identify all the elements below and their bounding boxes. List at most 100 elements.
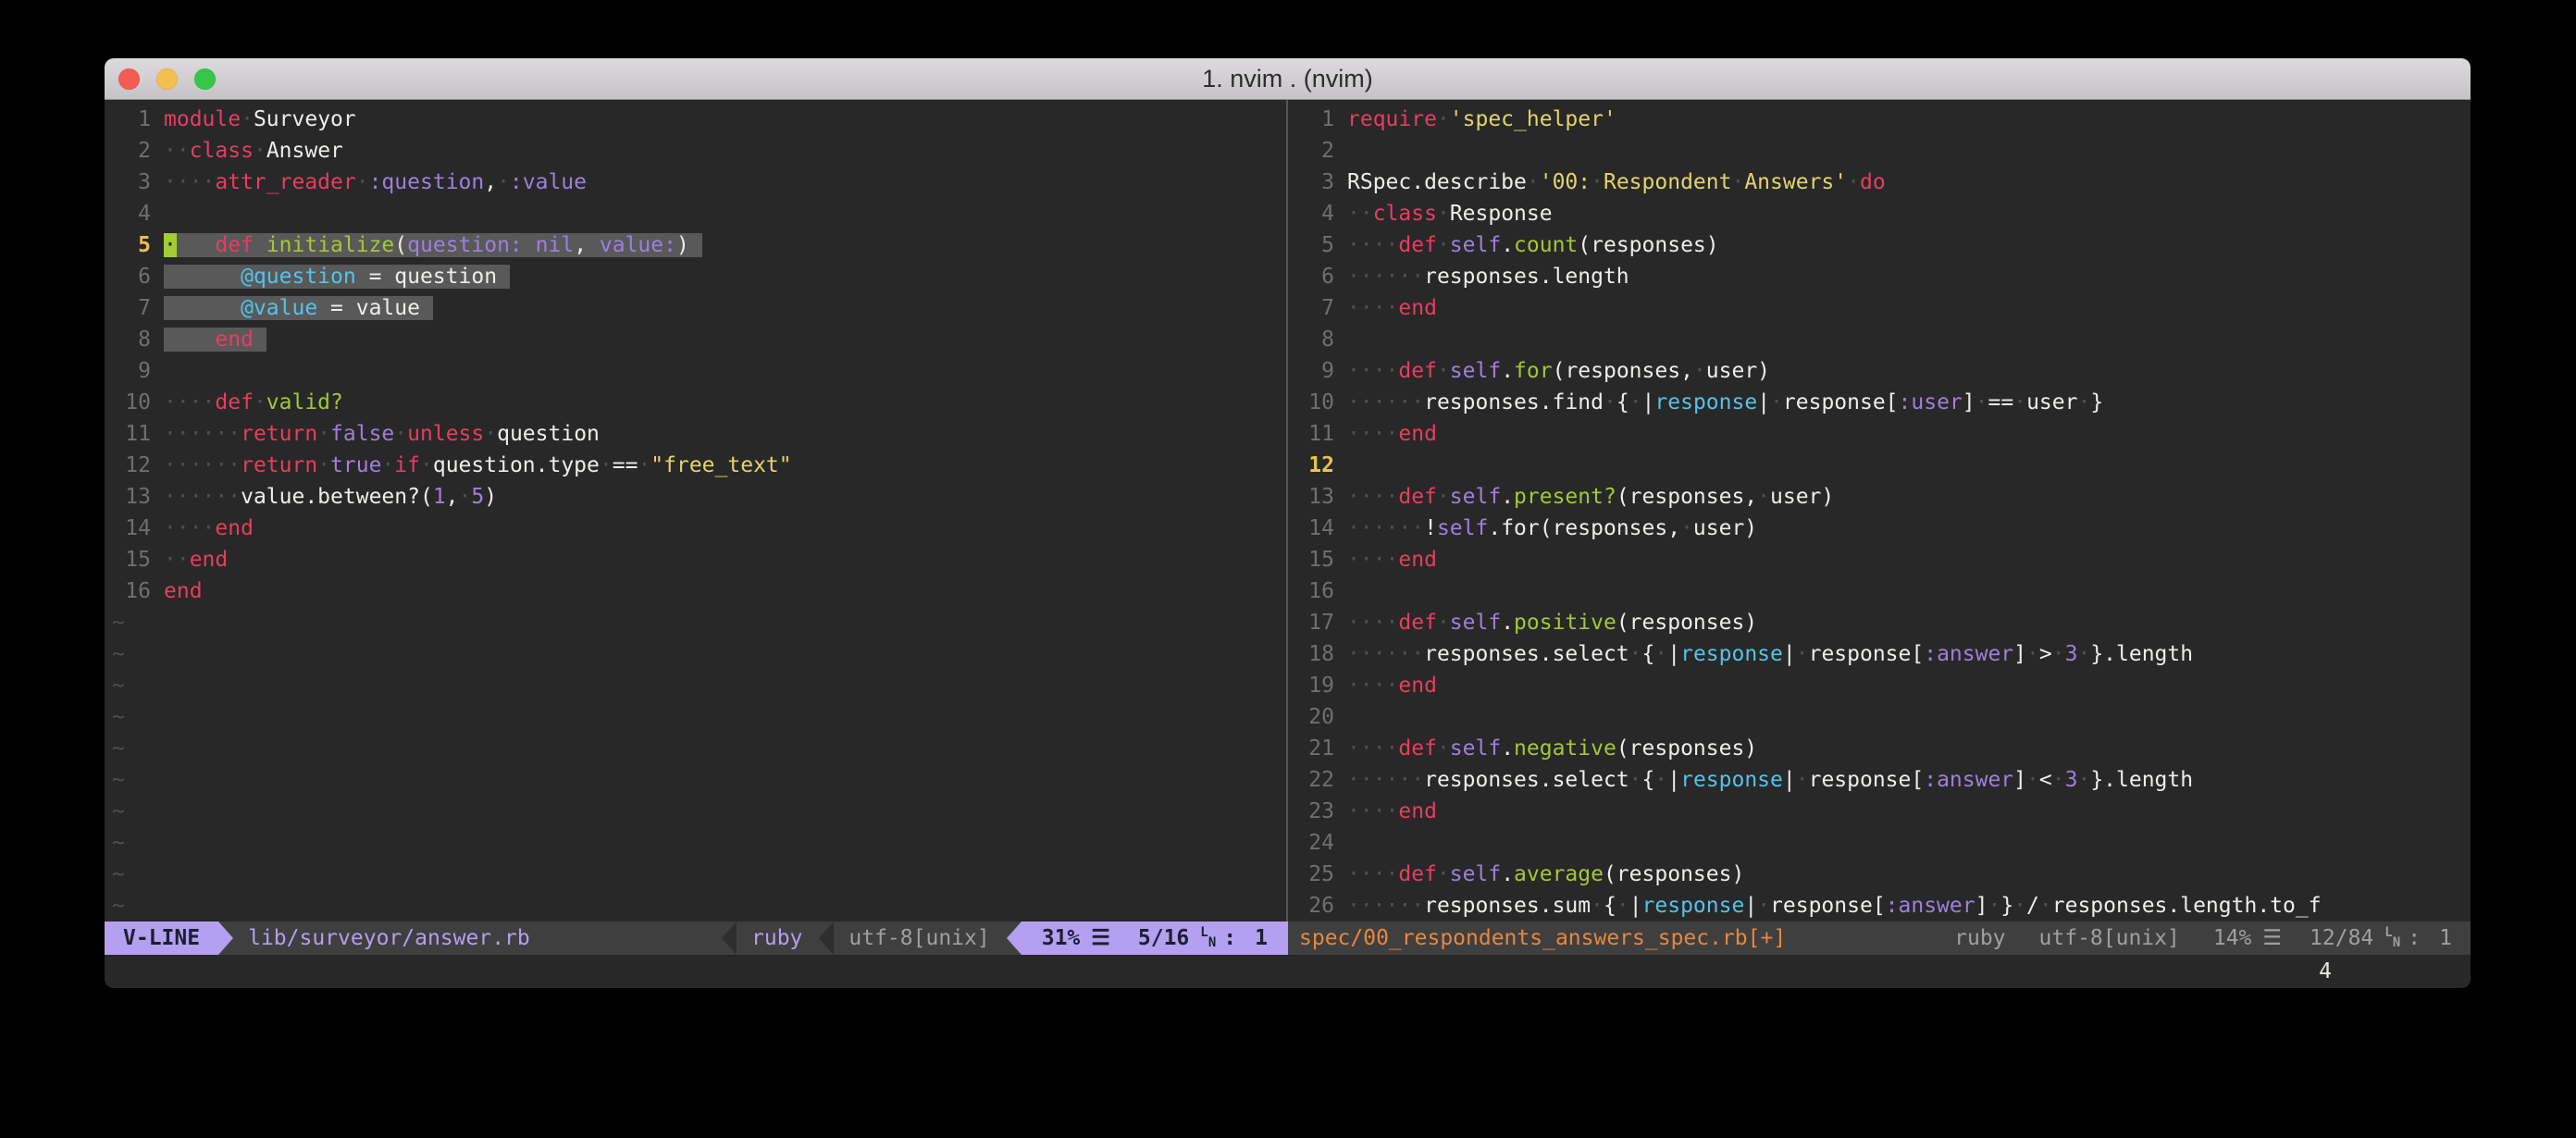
- line-number: 7: [1295, 292, 1347, 324]
- buffer-line[interactable]: 9: [112, 355, 1286, 387]
- buffer-line[interactable]: 25····def·self.average(responses): [1295, 859, 2471, 890]
- buffer-line[interactable]: 22······responses.select·{·|response|·re…: [1295, 764, 2471, 796]
- line-number: 7: [112, 292, 164, 324]
- buffer-line[interactable]: 2··class·Answer: [112, 135, 1286, 167]
- buffer-line[interactable]: 2: [1295, 135, 2471, 167]
- buffer-line[interactable]: 6······responses.length: [1295, 261, 2471, 292]
- buffer-line[interactable]: 15····end: [1295, 544, 2471, 575]
- lines-icon: ☰: [2262, 926, 2282, 950]
- buffer-line[interactable]: 5····def·self.count(responses): [1295, 229, 2471, 261]
- buffer-line[interactable]: 24: [1295, 827, 2471, 859]
- buffer-line[interactable]: 17····def·self.positive(responses): [1295, 607, 2471, 638]
- code-text: ··class·Response: [1347, 202, 1553, 226]
- tilde-line: ~: [112, 859, 1286, 890]
- buffer-line[interactable]: 18······responses.select·{·|response|·re…: [1295, 638, 2471, 670]
- line-number: 2: [1295, 135, 1347, 167]
- buffer-line[interactable]: 16: [1295, 575, 2471, 607]
- command-line[interactable]: 4: [105, 955, 2471, 988]
- buffer-line[interactable]: 11····end: [1295, 418, 2471, 450]
- close-button[interactable]: [118, 68, 140, 90]
- colon-separator: :: [2408, 926, 2421, 950]
- line-number: 19: [1295, 670, 1347, 701]
- code-text: · def initialize(question: nil, value:): [164, 233, 702, 257]
- buffer-line[interactable]: 19····end: [1295, 670, 2471, 701]
- file-path-modified: spec/00_respondents_answers_spec.rb[+]: [1299, 926, 1786, 950]
- minimize-button[interactable]: [156, 68, 178, 90]
- code-text: ····def·self.negative(responses): [1347, 736, 1757, 761]
- buffer-line[interactable]: 12: [1295, 450, 2471, 481]
- tilde-line: ~: [112, 890, 1286, 922]
- buffer-line[interactable]: 9····def·self.for(responses,·user): [1295, 355, 2471, 387]
- buffer-line[interactable]: 14····end: [112, 513, 1286, 544]
- line-number: 17: [1295, 607, 1347, 638]
- buffer-line[interactable]: 3····attr_reader·:question,·:value: [112, 167, 1286, 198]
- code-text: ····def·self.present?(responses,·user): [1347, 485, 1834, 509]
- line-number: 23: [1295, 796, 1347, 827]
- buffer-line[interactable]: 16end: [112, 575, 1286, 607]
- line-number: 26: [1295, 890, 1347, 922]
- buffer-line[interactable]: 10····def·valid?: [112, 387, 1286, 418]
- line-number: 25: [1295, 859, 1347, 890]
- line-number: 10: [112, 387, 164, 418]
- left-pane-buffer[interactable]: 1module·Surveyor2··class·Answer3····attr…: [105, 100, 1286, 922]
- code-text: ····end: [1347, 422, 1437, 446]
- line-position: 5/16: [1138, 926, 1189, 950]
- buffer-line[interactable]: 20: [1295, 701, 2471, 733]
- buffer-line[interactable]: 21····def·self.negative(responses): [1295, 733, 2471, 764]
- buffer-line[interactable]: 3RSpec.describe·'00:·Respondent·Answers'…: [1295, 167, 2471, 198]
- file-path: lib/surveyor/answer.rb: [248, 926, 530, 950]
- buffer-line[interactable]: 4: [112, 198, 1286, 229]
- buffer-line[interactable]: 13······value.between?(1,·5): [112, 481, 1286, 513]
- line-number: 15: [112, 544, 164, 575]
- code-text: require·'spec_helper': [1347, 107, 1616, 131]
- code-text: @question = question: [164, 265, 510, 289]
- line-number: 20: [1295, 701, 1347, 733]
- powerline-separator-icon: [218, 922, 233, 955]
- buffer-line[interactable]: 14······!self.for(responses,·user): [1295, 513, 2471, 544]
- pending-command-count: 4: [2319, 955, 2332, 988]
- buffer-line[interactable]: 1require·'spec_helper': [1295, 104, 2471, 135]
- code-text: RSpec.describe·'00:·Respondent·Answers'·…: [1347, 170, 1886, 194]
- buffer-line[interactable]: 26······responses.sum·{·|response|·respo…: [1295, 890, 2471, 922]
- mode-indicator: V-LINE: [105, 922, 218, 955]
- buffer-line[interactable]: 4··class·Response: [1295, 198, 2471, 229]
- buffer-line[interactable]: 23····end: [1295, 796, 2471, 827]
- code-text: ····def·valid?: [164, 390, 343, 414]
- buffer-line[interactable]: 11······return·false·unless·question: [112, 418, 1286, 450]
- zoom-button[interactable]: [194, 68, 216, 90]
- code-text: ····def·self.positive(responses): [1347, 611, 1757, 635]
- line-number: 24: [1295, 827, 1347, 859]
- code-text: ······responses.select·{·|response|·resp…: [1347, 642, 2193, 666]
- colon-separator: :: [1223, 926, 1236, 950]
- line-column-icon: LN: [1200, 928, 1216, 948]
- line-number: 1: [1295, 104, 1347, 135]
- buffer-line[interactable]: 5· def initialize(question: nil, value:): [112, 229, 1286, 261]
- buffer-line[interactable]: 6 @question = question: [112, 261, 1286, 292]
- buffer-line[interactable]: 10······responses.find·{·|response|·resp…: [1295, 387, 2471, 418]
- buffer-line[interactable]: 13····def·self.present?(responses,·user): [1295, 481, 2471, 513]
- line-column-icon: LN: [2384, 928, 2400, 948]
- title-bar[interactable]: 1. nvim . (nvim): [105, 58, 2471, 100]
- line-number: 4: [112, 198, 164, 229]
- code-text: end: [164, 328, 266, 352]
- tilde-line: ~: [112, 764, 1286, 796]
- line-number: 2: [112, 135, 164, 167]
- buffer-line[interactable]: 12······return·true·if·question.type·==·…: [112, 450, 1286, 481]
- code-text: ······responses.find·{·|response|·respon…: [1347, 390, 2103, 414]
- code-text: ····end: [1347, 799, 1437, 823]
- code-text: ····end: [1347, 674, 1437, 698]
- code-text: ····end: [164, 516, 254, 540]
- line-number: 4: [1295, 198, 1347, 229]
- right-pane-buffer[interactable]: 1require·'spec_helper'23RSpec.describe·'…: [1288, 100, 2471, 922]
- buffer-line[interactable]: 8: [1295, 324, 2471, 355]
- buffer-line[interactable]: 8 end: [112, 324, 1286, 355]
- buffer-line[interactable]: 15··end: [112, 544, 1286, 575]
- line-number: 8: [1295, 324, 1347, 355]
- scroll-percent: 14%: [2213, 926, 2252, 950]
- traffic-lights: [118, 68, 216, 90]
- code-text: ······value.between?(1,·5): [164, 485, 497, 509]
- buffer-line[interactable]: 1module·Surveyor: [112, 104, 1286, 135]
- tilde-line: ~: [112, 670, 1286, 701]
- buffer-line[interactable]: 7 @value = value: [112, 292, 1286, 324]
- buffer-line[interactable]: 7····end: [1295, 292, 2471, 324]
